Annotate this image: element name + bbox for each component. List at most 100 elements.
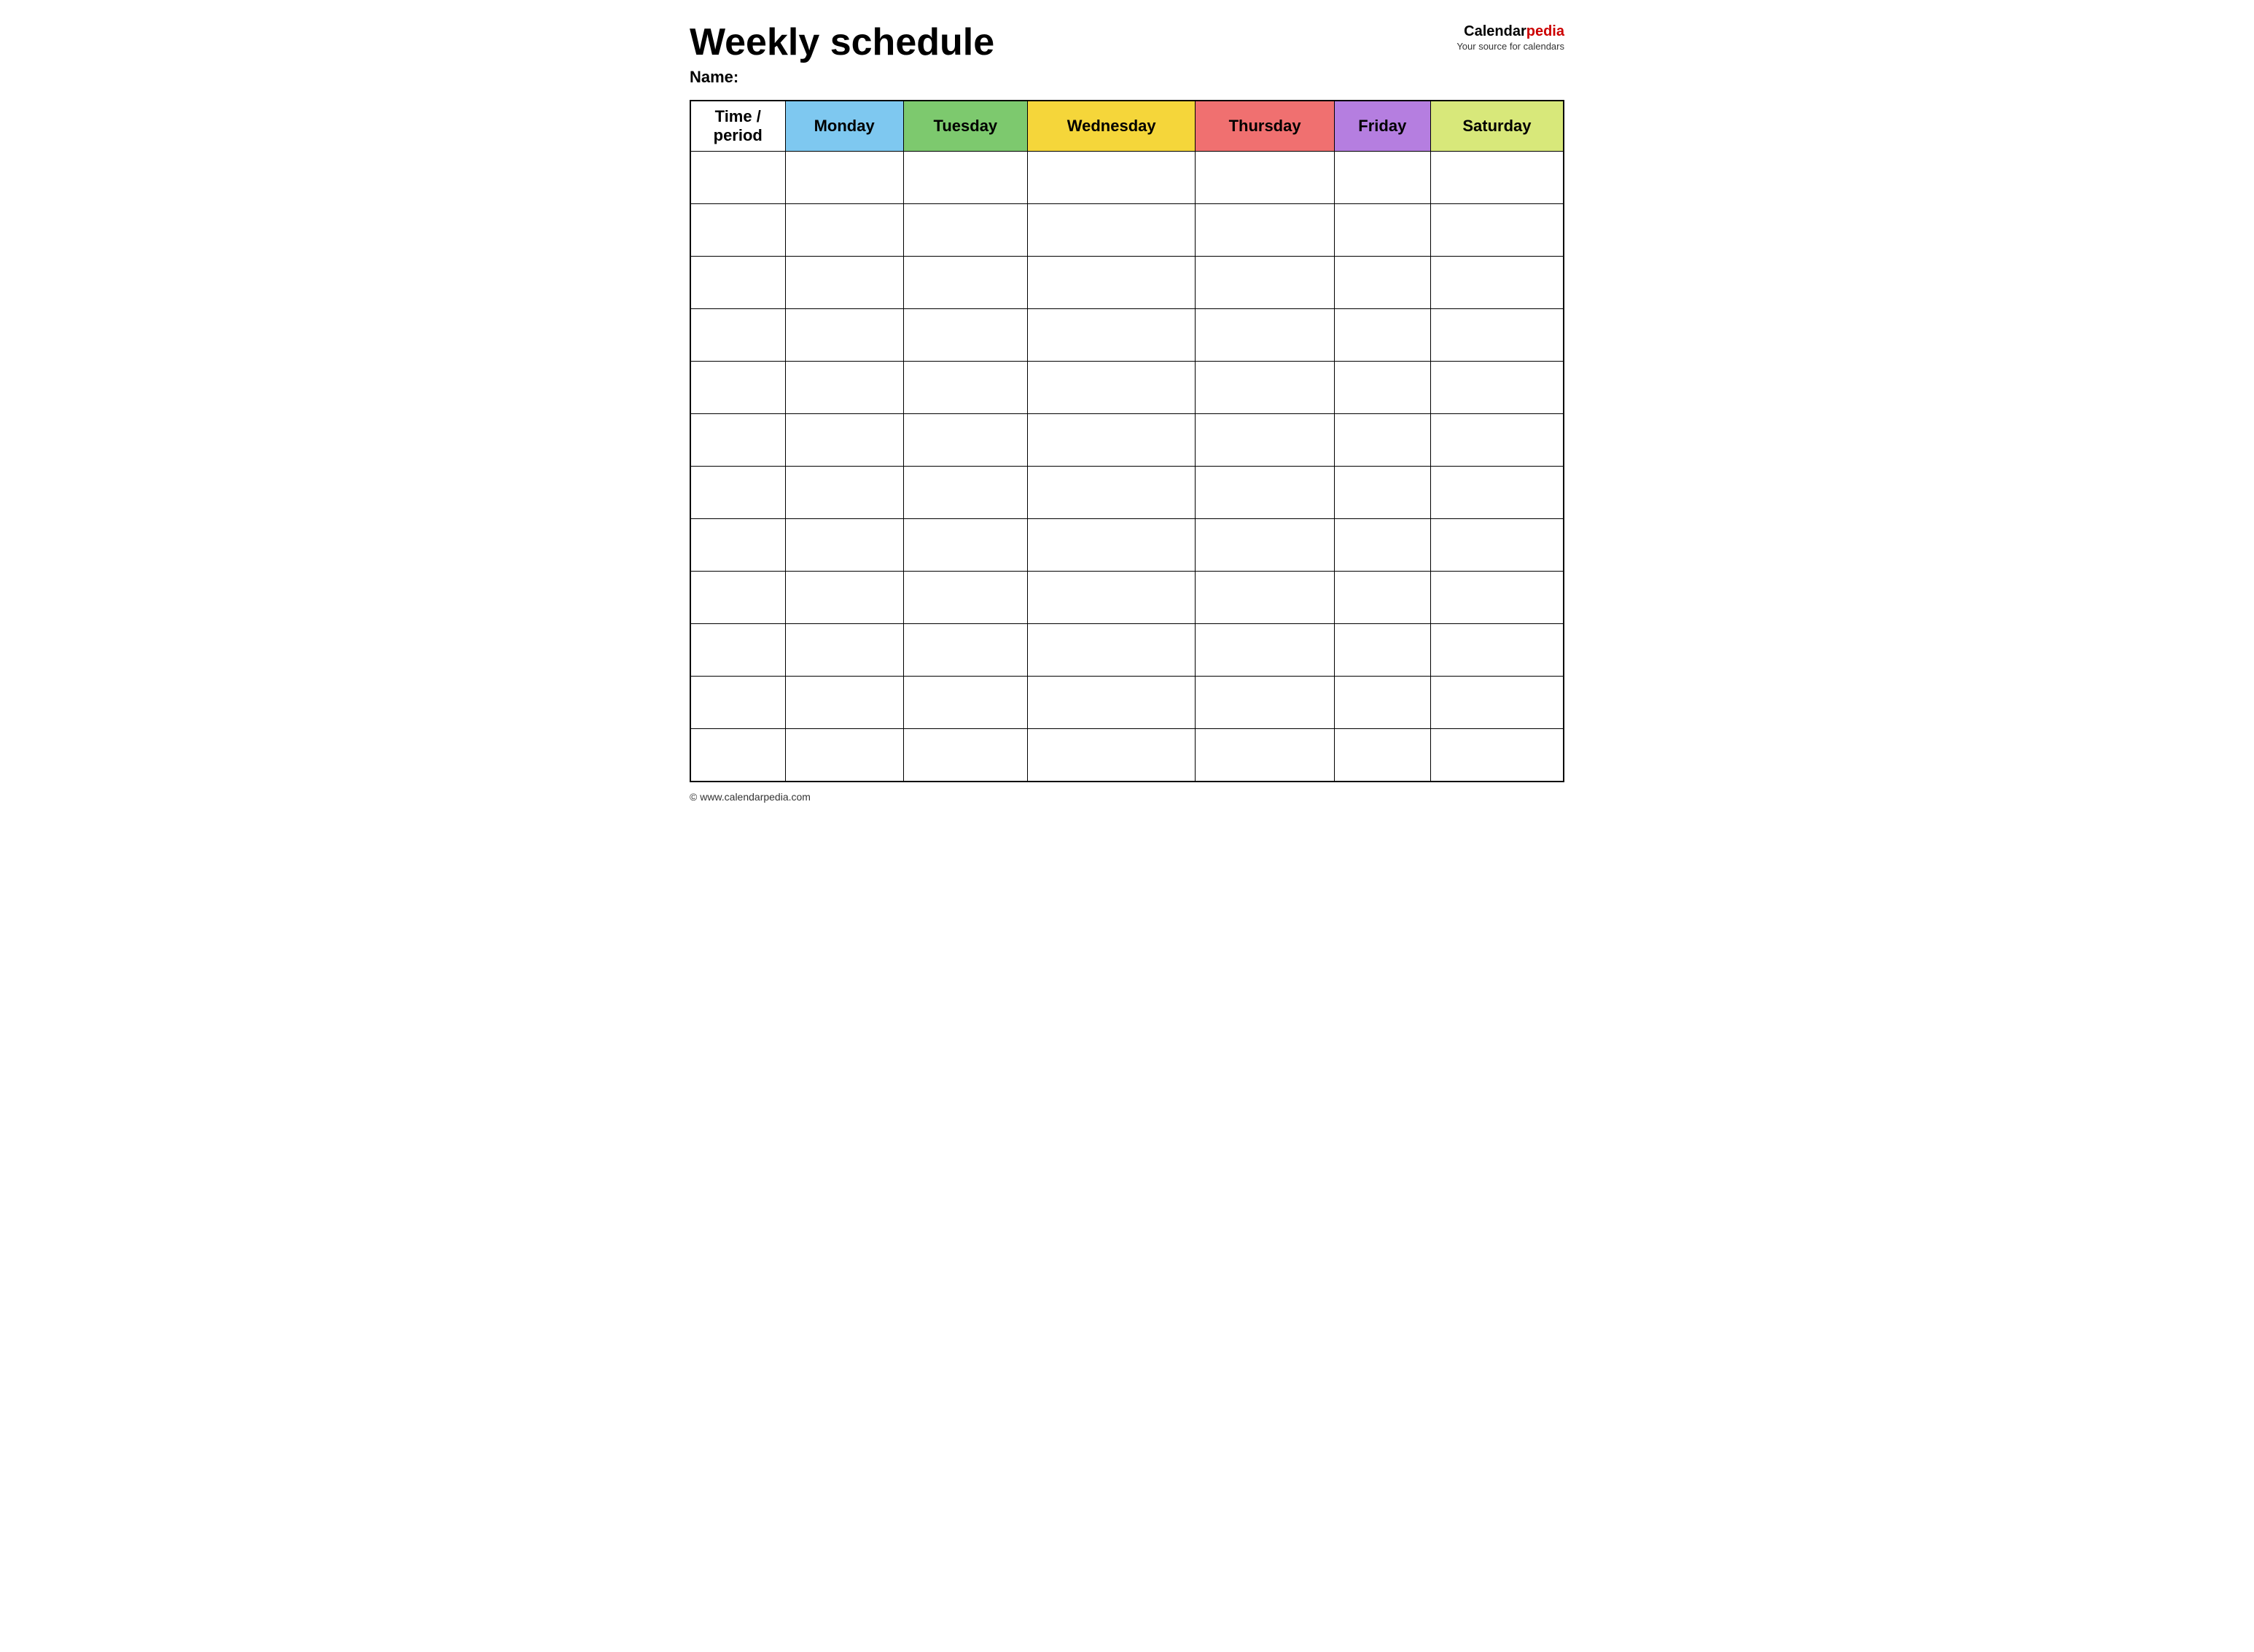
schedule-cell[interactable] xyxy=(785,519,903,572)
schedule-cell[interactable] xyxy=(1430,624,1564,677)
schedule-cell[interactable] xyxy=(1196,362,1334,414)
schedule-cell[interactable] xyxy=(1334,677,1430,729)
schedule-cell[interactable] xyxy=(1196,309,1334,362)
schedule-cell[interactable] xyxy=(1334,624,1430,677)
schedule-cell[interactable] xyxy=(1027,519,1195,572)
schedule-cell[interactable] xyxy=(1334,729,1430,782)
table-row xyxy=(690,257,1564,309)
schedule-cell[interactable] xyxy=(1027,362,1195,414)
schedule-cell[interactable] xyxy=(1027,624,1195,677)
time-cell[interactable] xyxy=(690,572,785,624)
schedule-cell[interactable] xyxy=(785,414,903,467)
schedule-cell[interactable] xyxy=(785,309,903,362)
schedule-cell[interactable] xyxy=(1196,624,1334,677)
schedule-cell[interactable] xyxy=(1196,467,1334,519)
schedule-cell[interactable] xyxy=(1196,257,1334,309)
schedule-cell[interactable] xyxy=(903,257,1027,309)
schedule-cell[interactable] xyxy=(1334,414,1430,467)
schedule-cell[interactable] xyxy=(1027,467,1195,519)
schedule-cell[interactable] xyxy=(1430,729,1564,782)
schedule-cell[interactable] xyxy=(1430,309,1564,362)
schedule-cell[interactable] xyxy=(1027,204,1195,257)
schedule-cell[interactable] xyxy=(1196,729,1334,782)
time-cell[interactable] xyxy=(690,519,785,572)
schedule-cell[interactable] xyxy=(1196,414,1334,467)
schedule-cell[interactable] xyxy=(1334,572,1430,624)
page-container: Weekly schedule Name: Calendarpedia Your… xyxy=(690,22,1564,803)
schedule-cell[interactable] xyxy=(1027,414,1195,467)
footer-text: © www.calendarpedia.com xyxy=(690,791,1564,803)
schedule-cell[interactable] xyxy=(1196,152,1334,204)
schedule-cell[interactable] xyxy=(903,624,1027,677)
schedule-cell[interactable] xyxy=(903,309,1027,362)
time-cell[interactable] xyxy=(690,677,785,729)
schedule-cell[interactable] xyxy=(1430,677,1564,729)
schedule-cell[interactable] xyxy=(785,362,903,414)
schedule-cell[interactable] xyxy=(785,729,903,782)
schedule-cell[interactable] xyxy=(1196,519,1334,572)
logo-text: Calendarpedia xyxy=(1419,22,1564,41)
time-cell[interactable] xyxy=(690,414,785,467)
schedule-cell[interactable] xyxy=(1334,467,1430,519)
time-cell[interactable] xyxy=(690,467,785,519)
schedule-cell[interactable] xyxy=(1430,414,1564,467)
schedule-cell[interactable] xyxy=(1430,572,1564,624)
col-header-wednesday: Wednesday xyxy=(1027,101,1195,152)
schedule-cell[interactable] xyxy=(785,204,903,257)
time-cell[interactable] xyxy=(690,729,785,782)
schedule-cell[interactable] xyxy=(785,467,903,519)
schedule-cell[interactable] xyxy=(1027,257,1195,309)
schedule-cell[interactable] xyxy=(1196,204,1334,257)
schedule-cell[interactable] xyxy=(1196,677,1334,729)
schedule-table: Time / period Monday Tuesday Wednesday T… xyxy=(690,100,1564,782)
schedule-cell[interactable] xyxy=(1334,309,1430,362)
col-header-monday: Monday xyxy=(785,101,903,152)
time-cell[interactable] xyxy=(690,257,785,309)
schedule-cell[interactable] xyxy=(1430,519,1564,572)
table-row xyxy=(690,467,1564,519)
table-row xyxy=(690,572,1564,624)
schedule-cell[interactable] xyxy=(1027,572,1195,624)
time-cell[interactable] xyxy=(690,204,785,257)
schedule-cell[interactable] xyxy=(1430,362,1564,414)
schedule-cell[interactable] xyxy=(903,729,1027,782)
schedule-cell[interactable] xyxy=(1196,572,1334,624)
schedule-cell[interactable] xyxy=(785,677,903,729)
schedule-cell[interactable] xyxy=(1027,729,1195,782)
time-cell[interactable] xyxy=(690,362,785,414)
schedule-cell[interactable] xyxy=(785,624,903,677)
schedule-cell[interactable] xyxy=(1027,677,1195,729)
schedule-cell[interactable] xyxy=(903,519,1027,572)
schedule-cell[interactable] xyxy=(1334,152,1430,204)
schedule-cell[interactable] xyxy=(785,257,903,309)
schedule-cell[interactable] xyxy=(1334,204,1430,257)
col-header-thursday: Thursday xyxy=(1196,101,1334,152)
schedule-cell[interactable] xyxy=(1430,467,1564,519)
schedule-cell[interactable] xyxy=(1430,152,1564,204)
schedule-cell[interactable] xyxy=(903,152,1027,204)
schedule-cell[interactable] xyxy=(903,677,1027,729)
table-row xyxy=(690,414,1564,467)
schedule-cell[interactable] xyxy=(1027,152,1195,204)
schedule-cell[interactable] xyxy=(903,414,1027,467)
schedule-cell[interactable] xyxy=(903,204,1027,257)
time-cell[interactable] xyxy=(690,624,785,677)
table-row xyxy=(690,362,1564,414)
schedule-cell[interactable] xyxy=(1027,309,1195,362)
time-cell[interactable] xyxy=(690,309,785,362)
schedule-cell[interactable] xyxy=(903,467,1027,519)
schedule-cell[interactable] xyxy=(903,572,1027,624)
schedule-cell[interactable] xyxy=(903,362,1027,414)
logo-section: Calendarpedia Your source for calendars xyxy=(1419,22,1564,52)
schedule-cell[interactable] xyxy=(1430,257,1564,309)
schedule-cell[interactable] xyxy=(1334,257,1430,309)
schedule-cell[interactable] xyxy=(785,572,903,624)
header-row: Time / period Monday Tuesday Wednesday T… xyxy=(690,101,1564,152)
schedule-cell[interactable] xyxy=(1334,519,1430,572)
table-row xyxy=(690,729,1564,782)
schedule-cell[interactable] xyxy=(1334,362,1430,414)
schedule-cell[interactable] xyxy=(1430,204,1564,257)
schedule-cell[interactable] xyxy=(785,152,903,204)
time-cell[interactable] xyxy=(690,152,785,204)
page-title: Weekly schedule xyxy=(690,22,1419,63)
